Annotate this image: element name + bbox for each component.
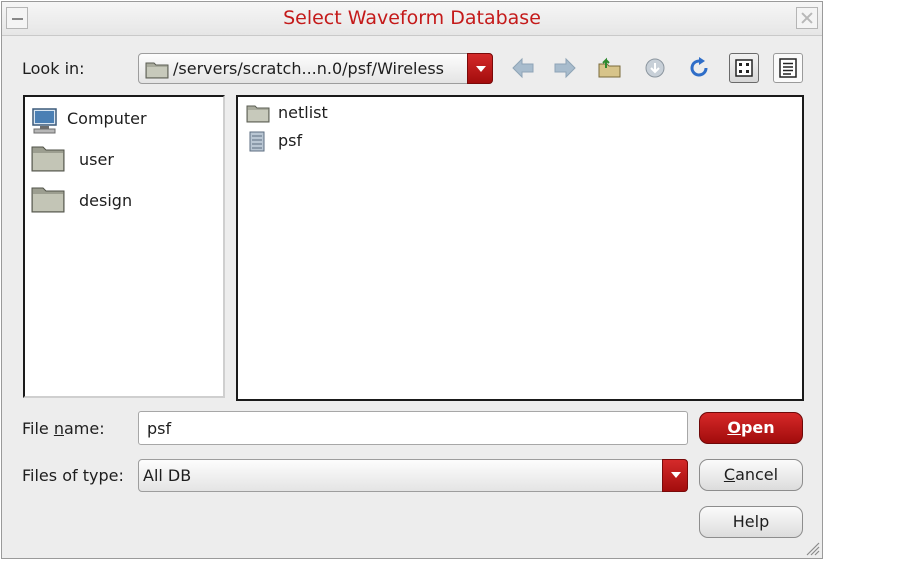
back-button[interactable]: [510, 55, 536, 81]
list-view-button[interactable]: [773, 53, 803, 83]
sidebar-item-user[interactable]: user: [31, 143, 114, 177]
file-list[interactable]: netlist psf: [236, 95, 804, 401]
folder-icon: [145, 62, 169, 79]
look-in-path: /servers/scratch...n.0/psf/Wireless: [173, 59, 445, 78]
database-icon: [249, 131, 265, 152]
file-name-label: netlist: [278, 103, 328, 122]
sidebar-item-label: Computer: [67, 109, 147, 128]
help-button[interactable]: Help: [699, 506, 803, 538]
resize-grip-icon[interactable]: [804, 540, 820, 556]
sidebar-item-computer[interactable]: Computer: [31, 107, 147, 141]
refresh-button[interactable]: [686, 55, 712, 81]
look-in-label: Look in:: [22, 59, 85, 78]
sidebar-item-label: user: [79, 150, 114, 169]
forward-arrow-icon: [554, 57, 576, 79]
list-view-icon: [779, 58, 797, 78]
window-title: Select Waveform Database: [283, 7, 541, 29]
files-of-type-label: Files of type:: [22, 466, 124, 485]
list-item[interactable]: psf: [246, 131, 302, 153]
up-folder-icon: [598, 57, 621, 78]
computer-icon: [32, 108, 57, 134]
home-icon: [645, 58, 665, 78]
files-of-type-combo[interactable]: All DB: [138, 459, 688, 492]
folder-icon: [31, 187, 65, 213]
refresh-icon: [690, 57, 708, 77]
list-item[interactable]: netlist: [246, 103, 328, 125]
back-arrow-icon: [512, 57, 534, 79]
title-bar[interactable]: Select Waveform Database: [2, 2, 822, 36]
files-of-type-value: All DB: [143, 466, 192, 485]
look-in-combo[interactable]: /servers/scratch...n.0/psf/Wireless: [138, 53, 493, 84]
forward-button[interactable]: [552, 55, 578, 81]
places-sidebar: Computer user design: [23, 95, 225, 398]
chevron-down-icon[interactable]: [467, 53, 493, 84]
select-waveform-database-dialog: Select Waveform Database Look in: /serve…: [1, 1, 823, 559]
up-folder-button[interactable]: [597, 55, 623, 81]
folder-icon: [246, 105, 270, 123]
folder-icon: [31, 146, 65, 172]
file-name-input[interactable]: [138, 411, 688, 445]
open-button[interactable]: Open: [699, 412, 803, 444]
file-name-label: File name:: [22, 419, 105, 438]
chevron-down-icon[interactable]: [662, 459, 688, 492]
close-button[interactable]: [796, 7, 818, 29]
icon-view-icon: [735, 59, 753, 77]
icon-view-button[interactable]: [729, 53, 759, 83]
cancel-button[interactable]: Cancel: [699, 459, 803, 491]
file-name-label: psf: [278, 131, 303, 150]
home-button[interactable]: [642, 55, 668, 81]
sidebar-item-design[interactable]: design: [31, 184, 132, 218]
sidebar-item-label: design: [79, 191, 133, 210]
